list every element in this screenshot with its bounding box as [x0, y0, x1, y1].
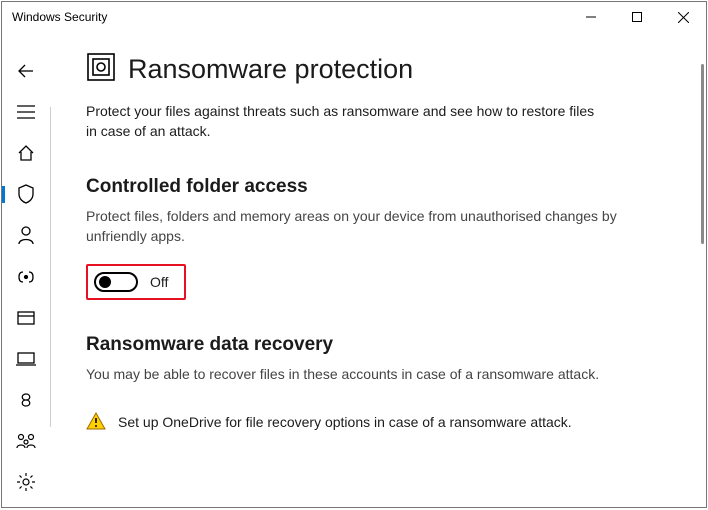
back-button[interactable] — [6, 52, 46, 89]
controlled-folder-description: Protect files, folders and memory areas … — [86, 206, 626, 247]
nav-home[interactable] — [6, 134, 46, 171]
nav-app-browser-control[interactable] — [6, 299, 46, 336]
data-recovery-description: You may be able to recover files in thes… — [86, 364, 626, 384]
page-description: Protect your files against threats such … — [86, 101, 606, 142]
nav-device-security[interactable] — [6, 340, 46, 377]
controlled-folder-toggle-row: Off — [86, 264, 186, 300]
toggle-state-label: Off — [150, 274, 168, 290]
scrollbar[interactable] — [701, 64, 704, 244]
titlebar: Windows Security — [2, 2, 706, 32]
data-recovery-heading: Ransomware data recovery — [86, 334, 664, 356]
nav-column — [2, 32, 50, 507]
nav-device-performance[interactable] — [6, 382, 46, 419]
nav-account-protection[interactable] — [6, 217, 46, 254]
warning-icon — [86, 412, 106, 435]
page-title: Ransomware protection — [128, 54, 413, 85]
close-button[interactable] — [660, 2, 706, 32]
nav-firewall[interactable] — [6, 258, 46, 295]
maximize-button[interactable] — [614, 2, 660, 32]
onedrive-setup-row[interactable]: Set up OneDrive for file recovery option… — [86, 412, 664, 435]
nav-family-options[interactable] — [6, 423, 46, 460]
hamburger-menu[interactable] — [6, 93, 46, 130]
windows-security-window: Windows Security — [1, 1, 707, 508]
controlled-folder-toggle[interactable] — [94, 272, 138, 292]
toggle-knob — [99, 276, 111, 288]
nav-settings[interactable] — [6, 464, 46, 501]
main-content: Ransomware protection Protect your files… — [50, 32, 706, 507]
minimize-button[interactable] — [568, 2, 614, 32]
onedrive-text: Set up OneDrive for file recovery option… — [118, 412, 572, 432]
controlled-folder-heading: Controlled folder access — [86, 176, 664, 198]
window-title: Windows Security — [12, 10, 107, 24]
ransomware-icon — [86, 52, 116, 87]
nav-virus-protection[interactable] — [6, 176, 46, 213]
